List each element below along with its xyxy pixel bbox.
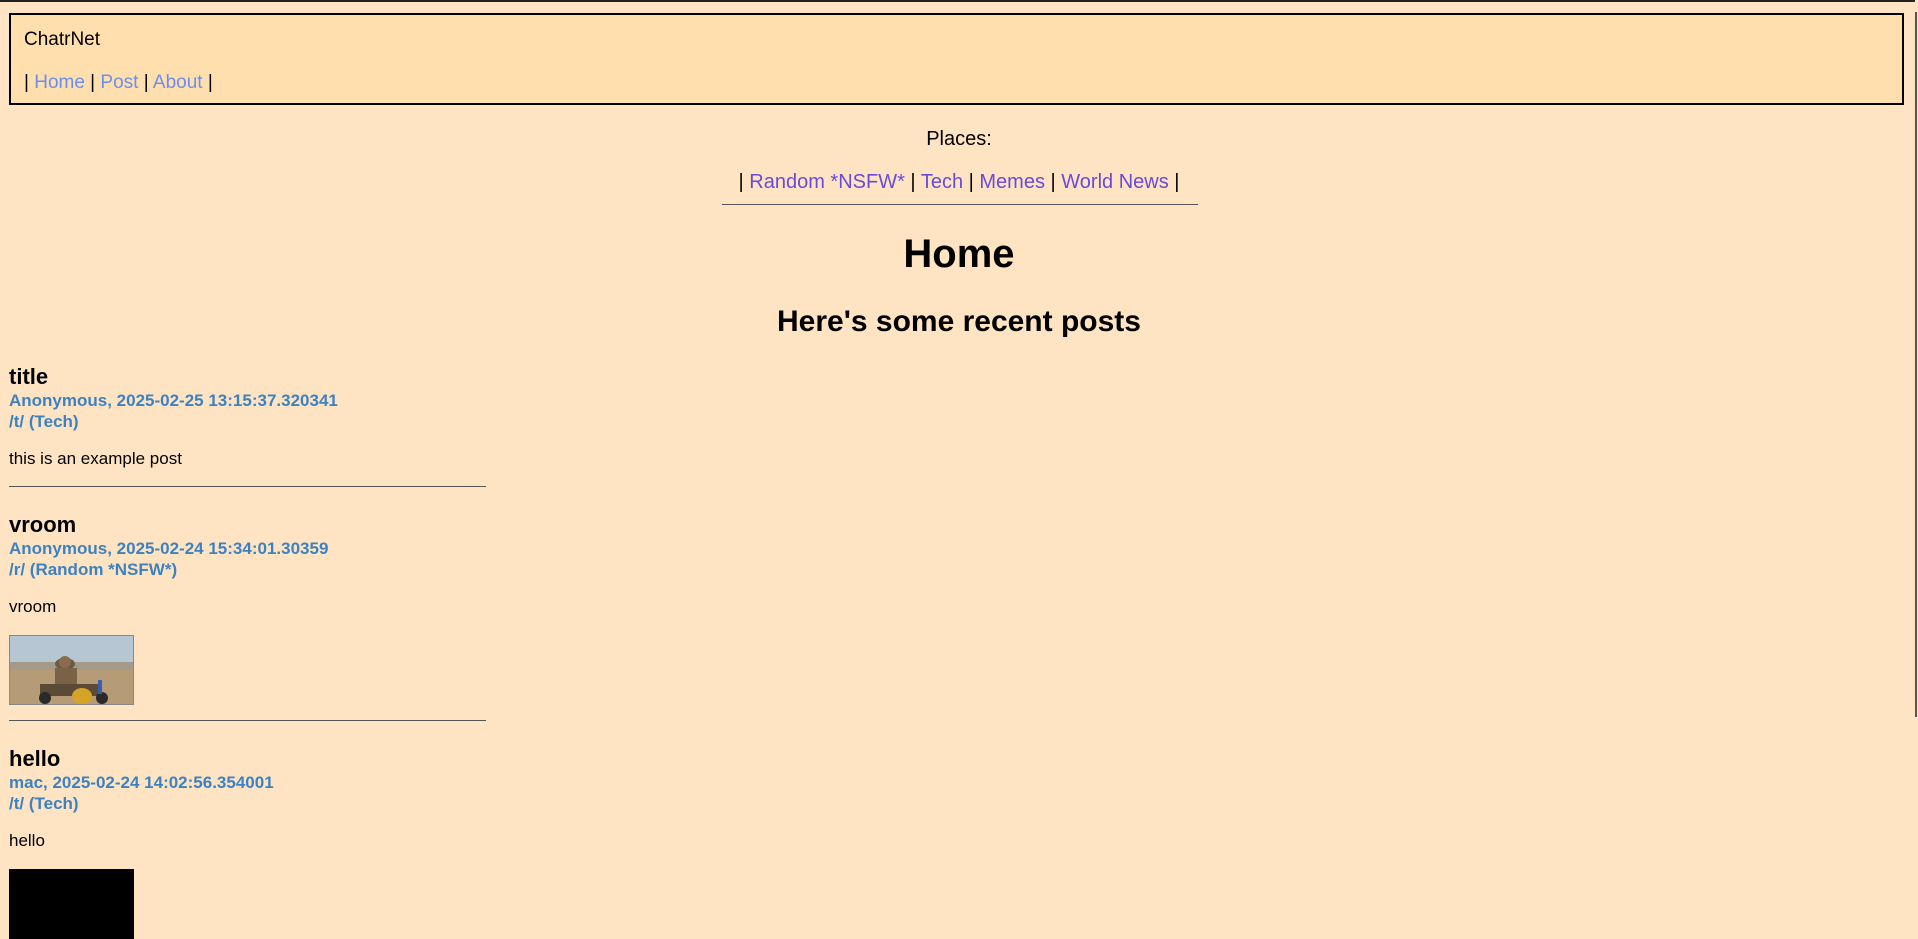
nav-separator: | xyxy=(24,72,35,93)
post-image[interactable] xyxy=(9,869,134,939)
post-title: vroom xyxy=(9,512,77,537)
scrollbar-thumb[interactable] xyxy=(1915,12,1917,717)
post-body: vroom xyxy=(9,597,57,616)
nav-link-home[interactable]: Home xyxy=(34,72,85,93)
places-divider xyxy=(722,204,1198,205)
place-link-memes[interactable]: Memes xyxy=(979,171,1045,193)
post-board: /t/ (Tech) xyxy=(9,412,79,431)
nav-separator: | xyxy=(138,72,153,93)
nav-separator: | xyxy=(84,72,101,93)
main-nav: | Home | Post | About | xyxy=(24,72,213,94)
post-author-time: Anonymous, 2025-02-24 15:34:01.30359 xyxy=(9,539,329,558)
site-header: ChatrNet | Home | Post | About | xyxy=(9,13,1904,105)
place-link-world-news[interactable]: World News xyxy=(1061,171,1168,193)
places-label: Places: xyxy=(926,128,992,150)
places-separator: | xyxy=(1044,171,1062,193)
nav-separator: | xyxy=(202,72,213,93)
post-divider xyxy=(9,486,486,487)
post-item: vroom Anonymous, 2025-02-24 15:34:01.303… xyxy=(9,512,486,721)
places-separator: | xyxy=(904,171,921,193)
nav-link-about[interactable]: About xyxy=(153,72,203,93)
post-divider xyxy=(9,720,486,721)
places-nav: | Random *NSFW* | Tech | Memes | World N… xyxy=(0,171,1918,194)
post-board: /t/ (Tech) xyxy=(9,794,79,813)
post-image[interactable] xyxy=(9,635,134,705)
place-link-random[interactable]: Random *NSFW* xyxy=(749,171,905,193)
post-body: this is an example post xyxy=(9,449,182,468)
nav-link-post[interactable]: Post xyxy=(100,72,138,93)
window-top-border xyxy=(0,0,1918,2)
site-brand: ChatrNet xyxy=(24,29,101,50)
post-author-time: Anonymous, 2025-02-25 13:15:37.320341 xyxy=(9,391,338,410)
post-title: hello xyxy=(9,746,61,771)
post-author-time: mac, 2025-02-24 14:02:56.354001 xyxy=(9,773,274,792)
page-title: Home xyxy=(903,232,1015,276)
post-board: /r/ (Random *NSFW*) xyxy=(9,560,178,579)
desert-motorcycle-image xyxy=(10,636,133,704)
places-separator: | xyxy=(1168,171,1180,193)
place-link-tech[interactable]: Tech xyxy=(921,171,963,193)
page-subtitle: Here's some recent posts xyxy=(777,305,1141,338)
post-title: title xyxy=(9,364,49,389)
post-body: hello xyxy=(9,831,45,850)
post-item: hello mac, 2025-02-24 14:02:56.354001 /t… xyxy=(9,746,486,939)
places-separator: | xyxy=(738,171,750,193)
post-item: title Anonymous, 2025-02-25 13:15:37.320… xyxy=(9,364,486,487)
places-separator: | xyxy=(963,171,980,193)
